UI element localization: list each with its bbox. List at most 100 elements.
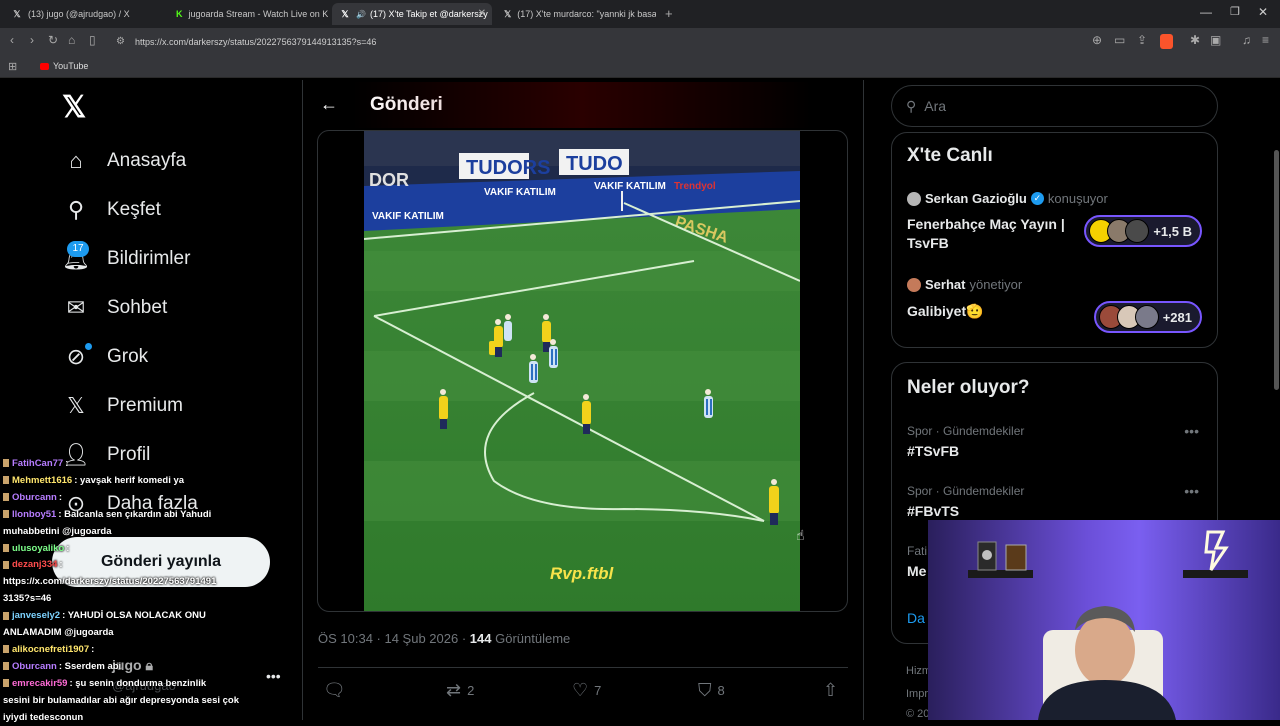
tab-label: (17) X'te murdarco: "yannki jk basaks xyxy=(517,9,656,19)
close-tab-icon[interactable]: ✕ xyxy=(478,8,486,19)
chat-badge-icon xyxy=(3,476,9,485)
chat-text: : Sserdem abi xyxy=(58,660,122,672)
avatar xyxy=(907,191,921,206)
post-meta: ÖS 10:34 · 14 Şub 2026 · 144 Görüntüleme xyxy=(318,631,571,646)
address-bar-row: ‹ › ↻ ⌂ ▯ ⚙ https://x.com/darkerszy/stat… xyxy=(0,28,1280,56)
trend-name[interactable]: Me xyxy=(907,563,926,579)
like-button[interactable]: ♡ 7 xyxy=(572,680,601,701)
chat-message: emrecakir59: şu senin dondurma benzinlik xyxy=(3,675,288,692)
views-count: 144 xyxy=(469,631,492,646)
site-settings-icon[interactable]: ⚙ xyxy=(116,32,125,52)
chat-username: ulusoyaliko xyxy=(12,542,65,554)
search-icon: ⚲ xyxy=(906,97,917,114)
nav-item-chat[interactable]: ✉ Sohbet xyxy=(60,290,167,326)
forward-icon[interactable]: › xyxy=(30,33,34,47)
reply-button[interactable]: 🗨︎ xyxy=(323,680,352,701)
space-host[interactable]: Serkan Gazioğlu ✓ konuşuyor xyxy=(907,191,1108,206)
chat-username: dezanj334 xyxy=(12,559,58,571)
svg-text:TUDORS: TUDORS xyxy=(466,157,550,179)
brave-shield-icon[interactable] xyxy=(1160,34,1173,49)
post-timestamp[interactable]: ÖS 10:34 · 14 Şub 2026 xyxy=(318,631,458,646)
back-arrow-icon[interactable]: ← xyxy=(320,94,338,115)
trend-meta: Spor · Gündemdekiler xyxy=(907,424,1025,438)
repost-button[interactable]: ⇄ 2 xyxy=(446,680,474,701)
share-button[interactable]: ⇧ xyxy=(823,680,844,701)
new-tab-icon[interactable]: + xyxy=(665,6,673,21)
host-verb: konuşuyor xyxy=(1047,191,1108,206)
more-icon[interactable]: ••• xyxy=(1184,423,1199,439)
chat-text: : YAHUDİ OLSA NOLACAK ONU xyxy=(62,610,206,622)
mouse-cursor-icon: ☝︎ xyxy=(796,527,805,543)
show-more-link[interactable]: Da xyxy=(907,610,925,626)
url-field[interactable]: ⚙ https://x.com/darkerszy/status/2022756… xyxy=(110,32,1180,52)
chat-message: ulusoyaliko: xyxy=(3,540,288,557)
host-name: Serhat xyxy=(925,277,966,292)
menu-icon[interactable]: ≡ xyxy=(1262,33,1269,47)
zoom-icon[interactable]: ⊕ xyxy=(1092,33,1102,47)
video-player[interactable]: TUDORS TUDO DOR VAKIF KATILIM VAKIF KATI… xyxy=(364,131,800,611)
chat-username: emrecakir59 xyxy=(12,677,68,689)
cast-icon[interactable]: ▭ xyxy=(1114,33,1125,47)
space-host[interactable]: Serhat yönetiyor xyxy=(907,277,1022,292)
nav-label: Premium xyxy=(107,395,184,416)
chat-text: : Balcanla sen çıkardın abi Yahudi xyxy=(58,508,212,520)
media-icon[interactable]: ♫ xyxy=(1242,33,1251,47)
trend-name[interactable]: #TSvFB xyxy=(907,443,959,459)
close-window-icon[interactable]: ✕ xyxy=(1258,5,1268,19)
nav-item-premium[interactable]: 𝕏 Premium xyxy=(60,388,183,424)
browser-tab[interactable]: 𝕏 (17) X'te murdarco: "yannki jk basaks xyxy=(496,3,656,25)
speaker-icon: 🔊 xyxy=(356,9,366,19)
bookmark-youtube[interactable]: YouTube xyxy=(53,61,88,71)
heart-icon: ♡ xyxy=(572,680,589,700)
live-card-title: X'te Canlı xyxy=(907,145,993,166)
chat-badge-icon xyxy=(3,662,9,671)
host-verb: yönetiyor xyxy=(969,277,1023,292)
chat-text: iyiydi tedesconun xyxy=(3,711,84,723)
minimize-icon[interactable]: — xyxy=(1200,5,1212,19)
space-title[interactable]: Galibiyet🫡 xyxy=(907,302,984,321)
browser-tab[interactable]: 𝕏 (13) jugo (@ajrudgao) / X xyxy=(4,3,164,25)
x-logo-icon[interactable]: 𝕏 xyxy=(62,90,86,125)
more-icon[interactable]: ••• xyxy=(1184,483,1199,499)
nav-label: Keşfet xyxy=(107,199,161,220)
space-title[interactable]: Fenerbahçe Maç Yayın | TsvFB xyxy=(907,215,1087,253)
bookmark-icon[interactable]: ▯ xyxy=(89,33,96,47)
chat-username: llonboy51 xyxy=(12,508,57,520)
post-media[interactable]: TUDORS TUDO DOR VAKIF KATILIM VAKIF KATI… xyxy=(317,130,848,612)
nav-item-explore[interactable]: ⚲ Keşfet xyxy=(60,192,161,228)
browser-tab[interactable]: K jugoarda Stream - Watch Live on Kick xyxy=(168,3,328,25)
extensions-icon[interactable]: ✱ xyxy=(1190,33,1200,47)
listener-count: +1,5 B xyxy=(1153,223,1192,239)
chat-text: 3135?s=46 xyxy=(3,593,52,605)
nav-item-grok[interactable]: ⊘ Grok xyxy=(60,339,148,375)
nav-item-home[interactable]: ⌂ Anasayfa xyxy=(60,143,186,179)
bookmark-button[interactable]: ⛉ 8 xyxy=(698,680,725,701)
avatar xyxy=(1125,219,1150,243)
live-on-x-card: X'te Canlı Serkan Gazioğlu ✓ konuşuyor F… xyxy=(891,132,1218,348)
search-input[interactable]: ⚲ Ara xyxy=(891,85,1218,127)
chat-text: https://x.com/darkerszy/status/202275637… xyxy=(3,576,217,588)
tab-label: (13) jugo (@ajrudgao) / X xyxy=(28,9,130,19)
chat-username: alikocnefreti1907 xyxy=(12,643,90,655)
reload-icon[interactable]: ↻ xyxy=(48,33,58,47)
browser-tab-active[interactable]: 𝕏 🔊 (17) X'te Takip et @darkerszy ✕ xyxy=(332,3,492,25)
footer-link[interactable]: Impr xyxy=(906,688,928,700)
home-icon: ⌂ xyxy=(69,148,83,173)
chat-message: iyiydi tedesconun xyxy=(3,709,288,726)
home-icon[interactable]: ⌂ xyxy=(68,33,75,47)
space-listeners-pill[interactable]: +1,5 B xyxy=(1084,215,1202,247)
trend-name[interactable]: #FBvTS xyxy=(907,503,959,519)
share-icon[interactable]: ⇪ xyxy=(1137,33,1147,47)
page-title: Gönderi xyxy=(370,94,443,115)
page-scrollbar[interactable] xyxy=(1274,150,1279,390)
back-icon[interactable]: ‹ xyxy=(10,33,14,47)
maximize-icon[interactable]: ❐ xyxy=(1230,5,1240,18)
wallet-icon[interactable]: ▣ xyxy=(1210,33,1221,47)
post-actions: 🗨︎ ⇄ 2 ♡ 7 ⛉ 8 ⇧ xyxy=(318,667,848,711)
chat-text: : xyxy=(66,542,70,554)
chat-text: : xyxy=(58,491,63,503)
listener-count: +281 xyxy=(1162,309,1192,325)
apps-grid-icon[interactable]: ⊞ xyxy=(8,60,17,73)
space-listeners-pill[interactable]: +281 xyxy=(1093,301,1202,333)
grok-dot xyxy=(85,343,92,350)
